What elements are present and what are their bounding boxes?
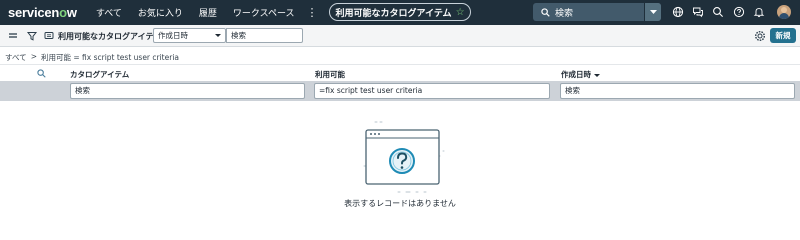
search-scope-dropdown[interactable] [644, 3, 661, 21]
global-search-input[interactable]: 検索 [555, 6, 644, 19]
search-icon[interactable] [712, 6, 724, 18]
search-icon [541, 7, 550, 17]
list-toolbar: 利用可能なカタログアイテム 作成日時 検索 新規 [0, 25, 800, 47]
breadcrumb-filter[interactable]: 利用可能 = fix script test user criteria [41, 52, 179, 63]
nav-workspaces[interactable]: ワークスペース [233, 6, 295, 19]
breadcrumb-separator: > [30, 52, 37, 61]
star-icon[interactable]: ☆ [456, 7, 465, 18]
gear-icon[interactable] [754, 30, 766, 42]
sort-descending-icon [594, 73, 600, 77]
search-icon[interactable] [37, 69, 46, 78]
chevron-down-icon [215, 34, 221, 37]
list-search-input[interactable]: 検索 [226, 28, 303, 43]
table-header: カタログアイテム 利用可能 作成日時 [0, 64, 800, 81]
breadcrumb-all[interactable]: すべて [5, 52, 27, 63]
filter-input-created[interactable]: 検索 [560, 83, 795, 99]
globe-icon[interactable] [672, 6, 684, 18]
nav-favorites[interactable]: お気に入り [138, 6, 183, 19]
context-pill[interactable]: 利用可能なカタログアイテム ☆ [329, 3, 471, 21]
chat-icon[interactable] [692, 6, 704, 18]
nav-history[interactable]: 履歴 [199, 6, 217, 19]
empty-state-message: 表示するレコードはありません [344, 199, 456, 208]
filter-input-available[interactable]: =fix script test user criteria [314, 83, 550, 99]
nav-links: すべて お気に入り 履歴 ワークスペース ⋮ [96, 6, 318, 19]
help-icon[interactable] [733, 6, 745, 18]
column-header-created[interactable]: 作成日時 [561, 69, 600, 80]
nav-all[interactable]: すべて [96, 6, 122, 19]
filter-icon[interactable] [26, 30, 38, 42]
list-title: 利用可能なカタログアイテム [58, 32, 162, 41]
search-field-select[interactable]: 作成日時 [153, 28, 226, 43]
list-options-icon[interactable] [43, 30, 55, 42]
hamburger-menu-icon[interactable] [7, 30, 19, 42]
breadcrumb: すべて > 利用可能 = fix script test user criter… [5, 52, 179, 63]
more-menu-icon[interactable]: ⋮ [307, 6, 318, 19]
servicenow-logo[interactable]: servicenow [8, 5, 77, 20]
context-pill-label: 利用可能なカタログアイテム [335, 8, 452, 19]
column-header-catalog-item[interactable]: カタログアイテム [70, 69, 129, 80]
top-navigation-bar: servicenow すべて お気に入り 履歴 ワークスペース ⋮ 利用可能なカ… [0, 0, 800, 25]
column-header-available[interactable]: 利用可能 [315, 69, 345, 80]
user-avatar[interactable] [777, 5, 791, 19]
filter-input-catalog-item[interactable]: 検索 [70, 83, 305, 99]
empty-state-illustration [358, 118, 448, 196]
column-filter-row: 検索 =fix script test user criteria 検索 [0, 81, 800, 101]
bell-icon[interactable] [753, 6, 765, 18]
new-button[interactable]: 新規 [770, 28, 796, 43]
global-search[interactable]: 検索 [533, 3, 661, 21]
